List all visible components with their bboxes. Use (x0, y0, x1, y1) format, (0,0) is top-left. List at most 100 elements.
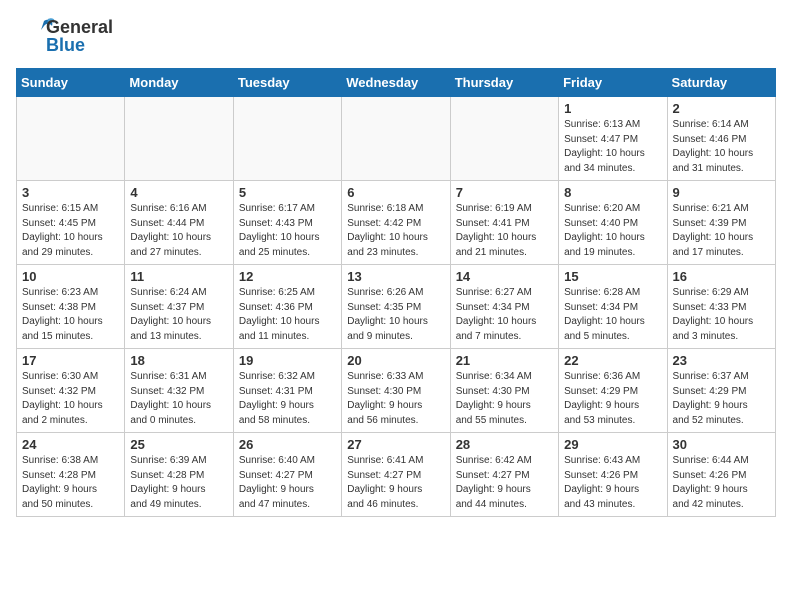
day-number: 7 (456, 185, 553, 200)
day-info: Sunrise: 6:21 AM Sunset: 4:39 PM Dayligh… (673, 202, 770, 260)
day-info: Sunrise: 6:27 AM Sunset: 4:34 PM Dayligh… (456, 286, 553, 344)
calendar-day-cell: 5 Sunrise: 6:17 AM Sunset: 4:43 PM Daylig… (233, 181, 341, 265)
calendar-day-cell: 8 Sunrise: 6:20 AM Sunset: 4:40 PM Daylig… (559, 181, 667, 265)
calendar-day-cell (342, 97, 450, 181)
logo-general-text: General (46, 18, 113, 36)
logo: GeneralBlue (16, 16, 113, 56)
day-info: Sunrise: 6:25 AM Sunset: 4:36 PM Dayligh… (239, 286, 336, 344)
day-info: Sunrise: 6:32 AM Sunset: 4:31 PM Dayligh… (239, 370, 336, 428)
day-number: 18 (130, 353, 227, 368)
day-number: 11 (130, 269, 227, 284)
day-number: 16 (673, 269, 770, 284)
day-number: 22 (564, 353, 661, 368)
calendar-day-cell: 1 Sunrise: 6:13 AM Sunset: 4:47 PM Daylig… (559, 97, 667, 181)
day-number: 9 (673, 185, 770, 200)
day-number: 12 (239, 269, 336, 284)
calendar-day-cell: 20 Sunrise: 6:33 AM Sunset: 4:30 PM Dayli… (342, 349, 450, 433)
day-of-week-header: Thursday (450, 69, 558, 97)
day-info: Sunrise: 6:31 AM Sunset: 4:32 PM Dayligh… (130, 370, 227, 428)
day-info: Sunrise: 6:38 AM Sunset: 4:28 PM Dayligh… (22, 454, 119, 512)
calendar-week-row: 10 Sunrise: 6:23 AM Sunset: 4:38 PM Dayli… (17, 265, 776, 349)
calendar-day-cell: 30Sunrise: 6:44 AM Sunset: 4:26 PM Dayli… (667, 433, 775, 517)
day-number: 27 (347, 437, 444, 452)
day-info: Sunrise: 6:13 AM Sunset: 4:47 PM Dayligh… (564, 118, 661, 176)
calendar-week-row: 3 Sunrise: 6:15 AM Sunset: 4:45 PM Daylig… (17, 181, 776, 265)
calendar-day-cell: 29Sunrise: 6:43 AM Sunset: 4:26 PM Dayli… (559, 433, 667, 517)
calendar-header-row: SundayMondayTuesdayWednesdayThursdayFrid… (17, 69, 776, 97)
calendar-day-cell: 2 Sunrise: 6:14 AM Sunset: 4:46 PM Daylig… (667, 97, 775, 181)
calendar-day-cell (233, 97, 341, 181)
calendar-day-cell: 17 Sunrise: 6:30 AM Sunset: 4:32 PM Dayli… (17, 349, 125, 433)
day-number: 19 (239, 353, 336, 368)
calendar-day-cell: 13Sunrise: 6:26 AM Sunset: 4:35 PM Dayli… (342, 265, 450, 349)
day-number: 5 (239, 185, 336, 200)
calendar-week-row: 17 Sunrise: 6:30 AM Sunset: 4:32 PM Dayli… (17, 349, 776, 433)
day-info: Sunrise: 6:15 AM Sunset: 4:45 PM Dayligh… (22, 202, 119, 260)
day-number: 30 (673, 437, 770, 452)
calendar-day-cell: 6 Sunrise: 6:18 AM Sunset: 4:42 PM Daylig… (342, 181, 450, 265)
day-number: 2 (673, 101, 770, 116)
calendar-day-cell (17, 97, 125, 181)
day-of-week-header: Tuesday (233, 69, 341, 97)
day-info: Sunrise: 6:14 AM Sunset: 4:46 PM Dayligh… (673, 118, 770, 176)
day-number: 25 (130, 437, 227, 452)
day-of-week-header: Sunday (17, 69, 125, 97)
day-info: Sunrise: 6:18 AM Sunset: 4:42 PM Dayligh… (347, 202, 444, 260)
day-number: 23 (673, 353, 770, 368)
page-header: GeneralBlue (16, 16, 776, 56)
calendar-day-cell: 21Sunrise: 6:34 AM Sunset: 4:30 PM Dayli… (450, 349, 558, 433)
day-number: 10 (22, 269, 119, 284)
calendar-day-cell: 18 Sunrise: 6:31 AM Sunset: 4:32 PM Dayli… (125, 349, 233, 433)
day-of-week-header: Friday (559, 69, 667, 97)
day-info: Sunrise: 6:28 AM Sunset: 4:34 PM Dayligh… (564, 286, 661, 344)
day-number: 13 (347, 269, 444, 284)
day-number: 20 (347, 353, 444, 368)
day-of-week-header: Saturday (667, 69, 775, 97)
day-info: Sunrise: 6:33 AM Sunset: 4:30 PM Dayligh… (347, 370, 444, 428)
day-info: Sunrise: 6:41 AM Sunset: 4:27 PM Dayligh… (347, 454, 444, 512)
day-number: 6 (347, 185, 444, 200)
calendar-day-cell: 7Sunrise: 6:19 AM Sunset: 4:41 PM Daylig… (450, 181, 558, 265)
day-of-week-header: Monday (125, 69, 233, 97)
day-info: Sunrise: 6:24 AM Sunset: 4:37 PM Dayligh… (130, 286, 227, 344)
calendar-day-cell: 4 Sunrise: 6:16 AM Sunset: 4:44 PM Daylig… (125, 181, 233, 265)
day-info: Sunrise: 6:42 AM Sunset: 4:27 PM Dayligh… (456, 454, 553, 512)
day-info: Sunrise: 6:36 AM Sunset: 4:29 PM Dayligh… (564, 370, 661, 428)
day-info: Sunrise: 6:37 AM Sunset: 4:29 PM Dayligh… (673, 370, 770, 428)
day-info: Sunrise: 6:20 AM Sunset: 4:40 PM Dayligh… (564, 202, 661, 260)
calendar-day-cell: 28 Sunrise: 6:42 AM Sunset: 4:27 PM Dayli… (450, 433, 558, 517)
day-of-week-header: Wednesday (342, 69, 450, 97)
calendar-day-cell (450, 97, 558, 181)
day-info: Sunrise: 6:40 AM Sunset: 4:27 PM Dayligh… (239, 454, 336, 512)
calendar-day-cell: 23 Sunrise: 6:37 AM Sunset: 4:29 PM Dayli… (667, 349, 775, 433)
day-number: 3 (22, 185, 119, 200)
calendar-week-row: 1 Sunrise: 6:13 AM Sunset: 4:47 PM Daylig… (17, 97, 776, 181)
calendar-day-cell: 11 Sunrise: 6:24 AM Sunset: 4:37 PM Dayli… (125, 265, 233, 349)
calendar-day-cell: 10 Sunrise: 6:23 AM Sunset: 4:38 PM Dayli… (17, 265, 125, 349)
calendar-table: SundayMondayTuesdayWednesdayThursdayFrid… (16, 68, 776, 517)
calendar-day-cell: 14 Sunrise: 6:27 AM Sunset: 4:34 PM Dayli… (450, 265, 558, 349)
day-info: Sunrise: 6:17 AM Sunset: 4:43 PM Dayligh… (239, 202, 336, 260)
day-info: Sunrise: 6:16 AM Sunset: 4:44 PM Dayligh… (130, 202, 227, 260)
day-number: 28 (456, 437, 553, 452)
day-number: 26 (239, 437, 336, 452)
day-number: 1 (564, 101, 661, 116)
logo-blue-text: Blue (46, 36, 113, 54)
day-number: 24 (22, 437, 119, 452)
calendar-day-cell: 16 Sunrise: 6:29 AM Sunset: 4:33 PM Dayli… (667, 265, 775, 349)
calendar-day-cell: 24 Sunrise: 6:38 AM Sunset: 4:28 PM Dayli… (17, 433, 125, 517)
day-number: 15 (564, 269, 661, 284)
calendar-day-cell: 12 Sunrise: 6:25 AM Sunset: 4:36 PM Dayli… (233, 265, 341, 349)
day-number: 17 (22, 353, 119, 368)
day-info: Sunrise: 6:30 AM Sunset: 4:32 PM Dayligh… (22, 370, 119, 428)
calendar-day-cell (125, 97, 233, 181)
day-info: Sunrise: 6:23 AM Sunset: 4:38 PM Dayligh… (22, 286, 119, 344)
day-number: 14 (456, 269, 553, 284)
day-number: 8 (564, 185, 661, 200)
day-number: 4 (130, 185, 227, 200)
day-info: Sunrise: 6:29 AM Sunset: 4:33 PM Dayligh… (673, 286, 770, 344)
calendar-day-cell: 27 Sunrise: 6:41 AM Sunset: 4:27 PM Dayli… (342, 433, 450, 517)
day-number: 29 (564, 437, 661, 452)
calendar-day-cell: 3 Sunrise: 6:15 AM Sunset: 4:45 PM Daylig… (17, 181, 125, 265)
calendar-day-cell: 25Sunrise: 6:39 AM Sunset: 4:28 PM Dayli… (125, 433, 233, 517)
